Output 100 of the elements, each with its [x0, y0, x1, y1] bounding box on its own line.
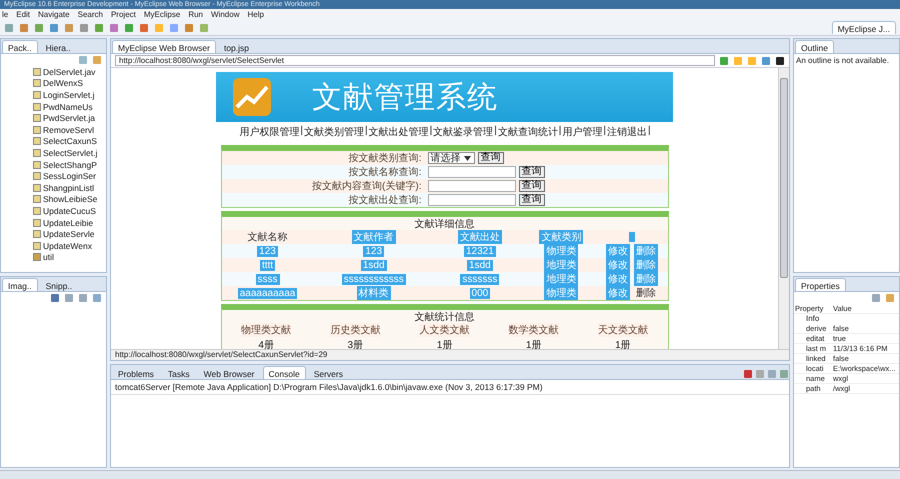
- column-header: 文献类别: [539, 230, 584, 244]
- tree-item[interactable]: SelectCaxunS: [43, 136, 97, 146]
- nav-link[interactable]: 用户权限管理: [238, 125, 300, 139]
- column-header: 文献作者: [352, 230, 396, 244]
- tree-item[interactable]: ShangpinListl: [43, 182, 94, 193]
- action-link[interactable]: 删除: [634, 286, 658, 300]
- tree-item[interactable]: UpdateWenx: [43, 240, 92, 251]
- menu-item[interactable]: Help: [247, 10, 264, 19]
- table-cell: ssssssssssss: [342, 274, 406, 284]
- table-cell: aaaaaaaaaa: [238, 288, 298, 298]
- separator: |: [364, 125, 368, 138]
- property-group[interactable]: Info: [794, 314, 899, 324]
- query-button[interactable]: 查询: [518, 194, 544, 206]
- search-label: 按文献名称查询:: [348, 166, 422, 179]
- separator: |: [430, 125, 432, 138]
- tree-item[interactable]: UpdateLeibie: [43, 218, 94, 228]
- view-tab[interactable]: Servers: [308, 366, 349, 379]
- menu-item[interactable]: le: [2, 10, 8, 19]
- stat-label: 天文类文献: [598, 323, 648, 337]
- editor-tab[interactable]: MyEclipse Web Browser: [112, 40, 216, 53]
- view-tab[interactable]: Snipp..: [40, 278, 78, 291]
- tree-item[interactable]: util: [43, 252, 54, 262]
- query-button[interactable]: 查询: [518, 166, 544, 178]
- package-icon: [33, 253, 41, 262]
- perspective-button[interactable]: MyEclipse J...: [832, 21, 896, 34]
- menu-item[interactable]: Navigate: [38, 10, 70, 19]
- menu-item[interactable]: Window: [211, 10, 240, 19]
- separator: |: [494, 125, 497, 138]
- stat-count: 3册: [348, 339, 364, 349]
- view-tab[interactable]: Outline: [795, 40, 834, 53]
- tree-item[interactable]: SessLoginSer: [43, 171, 96, 182]
- table-cell: 材料类: [356, 286, 391, 300]
- separator: |: [558, 125, 562, 138]
- category-select[interactable]: 请选择: [428, 152, 474, 164]
- tree-item[interactable]: RemoveServl: [43, 124, 94, 135]
- view-tab[interactable]: Tasks: [162, 366, 196, 379]
- table-cell: tttt: [260, 260, 276, 270]
- view-tab[interactable]: Hiera..: [40, 40, 77, 53]
- table-cell: 000: [470, 288, 490, 298]
- tree-item[interactable]: DelWenxS: [43, 78, 83, 88]
- view-tab[interactable]: Web Browser: [198, 366, 260, 379]
- query-button[interactable]: 查询: [478, 152, 504, 164]
- tree-item[interactable]: UpdateCucuS: [43, 206, 96, 216]
- search-field[interactable]: [428, 180, 516, 192]
- nav-link[interactable]: 文献出处管理: [368, 125, 430, 139]
- tree-item[interactable]: UpdateServle: [43, 229, 95, 240]
- nav-link[interactable]: 文献鉴录管理: [432, 125, 494, 139]
- menu-item[interactable]: Edit: [16, 10, 30, 19]
- search-label: 按文献出处查询:: [348, 194, 422, 207]
- menu-item[interactable]: Run: [188, 10, 204, 19]
- scrollbar[interactable]: [778, 68, 789, 349]
- menu-item[interactable]: MyEclipse: [144, 10, 180, 19]
- nav-link[interactable]: 注销退出: [606, 125, 648, 139]
- table-cell: 地理类: [544, 272, 578, 286]
- chart-logo-icon: [232, 77, 272, 117]
- panel-title: 文献统计信息: [414, 310, 476, 323]
- search-label: 按文献内容查询(关键字):: [311, 180, 422, 193]
- view-tab[interactable]: Imag..: [2, 278, 38, 291]
- menu-item[interactable]: Project: [110, 10, 136, 19]
- caret-icon: [462, 154, 472, 163]
- column-header: 文献名称: [246, 230, 289, 244]
- table-cell: 物理类: [544, 244, 578, 258]
- view-tab[interactable]: Problems: [112, 366, 160, 379]
- separator: |: [648, 125, 651, 138]
- table-cell: 1sdd: [360, 260, 387, 270]
- stat-count: 1册: [615, 339, 631, 349]
- nav-link[interactable]: 文献查询统计: [496, 125, 559, 139]
- panel-title: 文献详细信息: [414, 218, 476, 230]
- stat-count: 1册: [526, 339, 542, 349]
- tree-item[interactable]: DelServlet.jav: [43, 66, 96, 77]
- tree-item[interactable]: SelectShangP: [43, 160, 97, 170]
- nav-link[interactable]: 用户管理: [561, 125, 604, 139]
- tree-item[interactable]: ShowLeibieSe: [43, 194, 98, 204]
- url-field[interactable]: http://localhost:8080/wxgl/servlet/SelectServlet: [115, 55, 715, 66]
- view-tab[interactable]: Console: [262, 366, 306, 379]
- search-field[interactable]: [428, 194, 516, 206]
- editor-tab[interactable]: top.jsp: [218, 40, 255, 53]
- tree-item[interactable]: PwdServlet.ja: [43, 113, 95, 124]
- table-cell: sssssss: [460, 274, 500, 284]
- search-field[interactable]: [428, 166, 516, 178]
- search-label: 按文献类别查询:: [348, 152, 422, 165]
- stat-label: 人文类文献: [419, 323, 470, 337]
- stat-count: 4册: [258, 339, 274, 349]
- view-tab[interactable]: Properties: [795, 278, 846, 291]
- stat-count: 1册: [436, 339, 452, 349]
- outline-message: An outline is not available.: [795, 55, 890, 67]
- tree-item[interactable]: SelectServlet.j: [43, 148, 98, 158]
- nav-link[interactable]: 文献类别管理: [302, 125, 365, 139]
- menu-item[interactable]: Search: [78, 10, 103, 19]
- table-cell: 123: [257, 246, 278, 256]
- view-tab[interactable]: Pack..: [2, 40, 38, 53]
- table-cell: 物理类: [544, 286, 578, 300]
- query-button[interactable]: 查询: [518, 180, 544, 192]
- tree-item[interactable]: LoginServlet.j: [43, 90, 95, 100]
- table-cell: 12321: [464, 246, 496, 256]
- table-cell: 1sdd: [467, 260, 493, 270]
- stat-label: 物理类文献: [241, 323, 292, 337]
- tree-item[interactable]: PwdNameUs: [43, 102, 93, 112]
- banner-title: 文献管理系统: [312, 80, 498, 116]
- console-header: tomcat6Server [Remote Java Application] D:\Program Files\Java\jdk1.6.0\bin\javaw.exe (Nov 3, 2013 6:17:39 PM): [111, 380, 789, 395]
